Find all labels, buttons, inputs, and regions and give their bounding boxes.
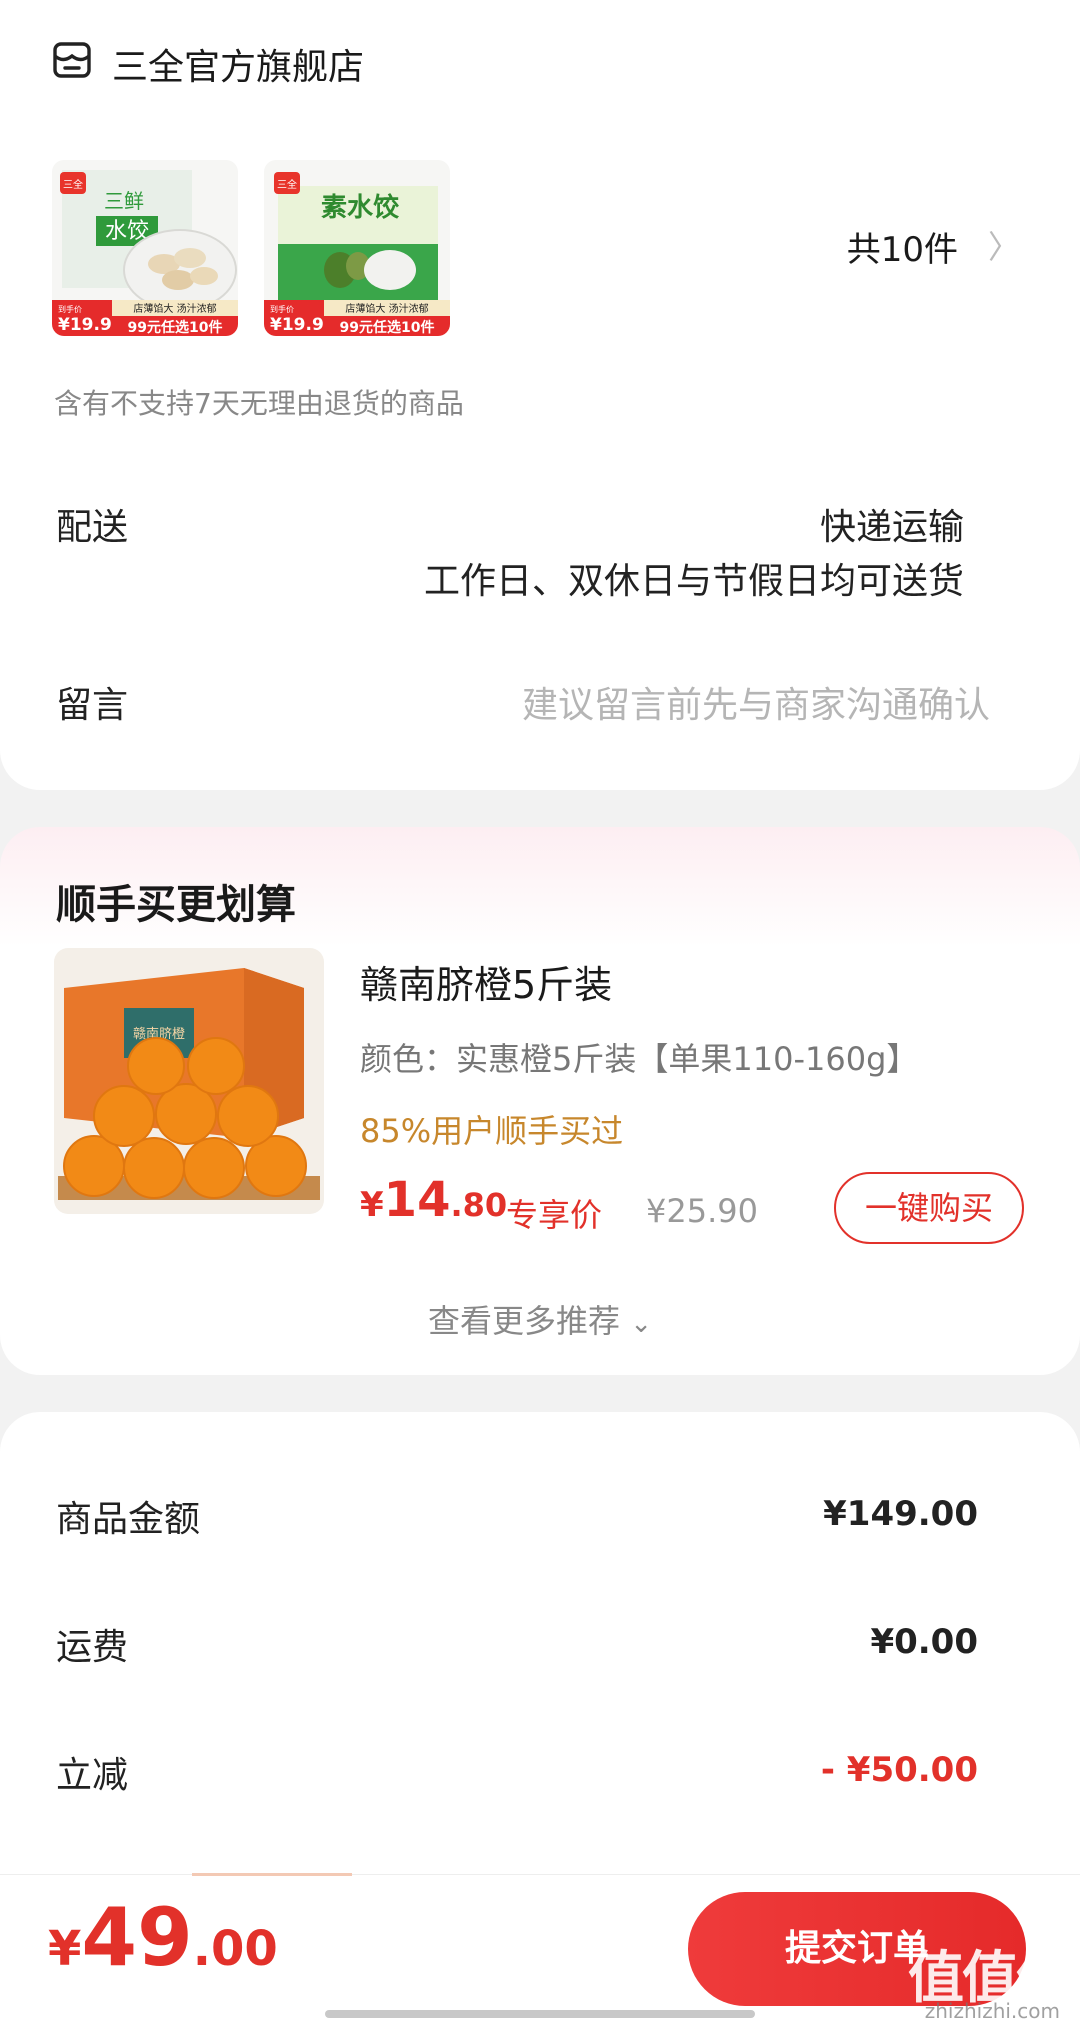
- discount-label: 立减: [56, 1755, 129, 1796]
- more-recommendations-link[interactable]: 查看更多推荐 ⌄: [0, 1296, 1080, 1342]
- home-indicator[interactable]: [325, 2010, 755, 2018]
- delivery-label: 配送: [56, 507, 129, 548]
- svg-text:¥19.9: ¥19.9: [58, 315, 112, 335]
- delivery-method[interactable]: 快递运输: [820, 498, 964, 550]
- original-price: ¥25.90: [646, 1192, 758, 1230]
- message-label: 留言: [56, 685, 129, 726]
- svg-text:到手价: 到手价: [270, 304, 294, 314]
- one-click-buy-button[interactable]: 一键购买: [834, 1172, 1024, 1244]
- svg-text:店薄馅大 汤汁浓郁: 店薄馅大 汤汁浓郁: [345, 302, 428, 315]
- product-count[interactable]: 共10件: [847, 222, 958, 271]
- subtotal-label: 商品金额: [56, 1499, 201, 1540]
- total-price: ¥49.00: [48, 1891, 278, 1984]
- recommend-item-spec: 颜色：实惠橙5斤装【单果110-160g】: [360, 1040, 919, 1078]
- exclusive-price-tag: 专享价: [506, 1196, 603, 1234]
- recommend-item-name[interactable]: 赣南脐橙5斤装: [360, 954, 612, 1009]
- store-icon: [53, 42, 91, 78]
- brand-logo-text: 三全: [63, 178, 83, 191]
- orange-product-image[interactable]: 赣南脐橙: [54, 948, 324, 1214]
- shipping-label: 运费: [56, 1627, 129, 1668]
- store-name[interactable]: 三全官方旗舰店: [112, 38, 364, 90]
- message-input[interactable]: 建议留言前先与商家沟通确认: [522, 676, 990, 728]
- product-thumbnail[interactable]: 三全 素水饺 到手价 ¥19.9 店薄馅大 汤汁浓郁 99元任选10件: [264, 160, 450, 336]
- recommend-item-stat: 85%用户顺手买过: [360, 1112, 624, 1150]
- site-watermark-url: zhizhizhi.com: [924, 1999, 1060, 2023]
- svg-text:店薄馅大 汤汁浓郁: 店薄馅大 汤汁浓郁: [133, 302, 216, 315]
- svg-text:到手价: 到手价: [58, 304, 82, 314]
- recommend-item-price: ¥14.80: [360, 1172, 508, 1228]
- brand-logo-text: 三全: [277, 178, 297, 191]
- svg-text:三鲜: 三鲜: [104, 189, 144, 213]
- checkout-bar: ¥49.00 提交订单 值值值 zhizhizhi.com: [0, 1873, 1080, 2024]
- svg-text:99元任选10件: 99元任选10件: [128, 319, 223, 336]
- subtotal-value: ¥149.00: [823, 1494, 978, 1534]
- product-thumbnail[interactable]: 三全 三鲜 水饺 到手价 ¥19.9 店薄馅大 汤汁浓郁 99元任选10件: [52, 160, 238, 336]
- svg-text:99元任选10件: 99元任选10件: [340, 319, 435, 336]
- shipping-value: ¥0.00: [870, 1622, 978, 1662]
- delivery-schedule: 工作日、双休日与节假日均可送货: [423, 561, 964, 602]
- chevron-right-icon[interactable]: 〉: [988, 222, 1020, 268]
- svg-text:¥19.9: ¥19.9: [270, 315, 324, 335]
- chevron-down-icon: ⌄: [630, 1309, 652, 1339]
- recommend-title: 顺手买更划算: [56, 882, 296, 928]
- more-recommendations-label: 查看更多推荐: [428, 1302, 621, 1340]
- svg-text:素水饺: 素水饺: [321, 192, 400, 223]
- store-card: 三全官方旗舰店 三全 三鲜 水饺 到手价 ¥19.9 店薄馅大 汤汁浓郁 99元…: [0, 0, 1080, 790]
- return-policy-notice: 含有不支持7天无理由退货的商品: [54, 387, 464, 420]
- discount-value: - ¥50.00: [820, 1750, 978, 1790]
- bar-tab-accent: [192, 1873, 352, 1876]
